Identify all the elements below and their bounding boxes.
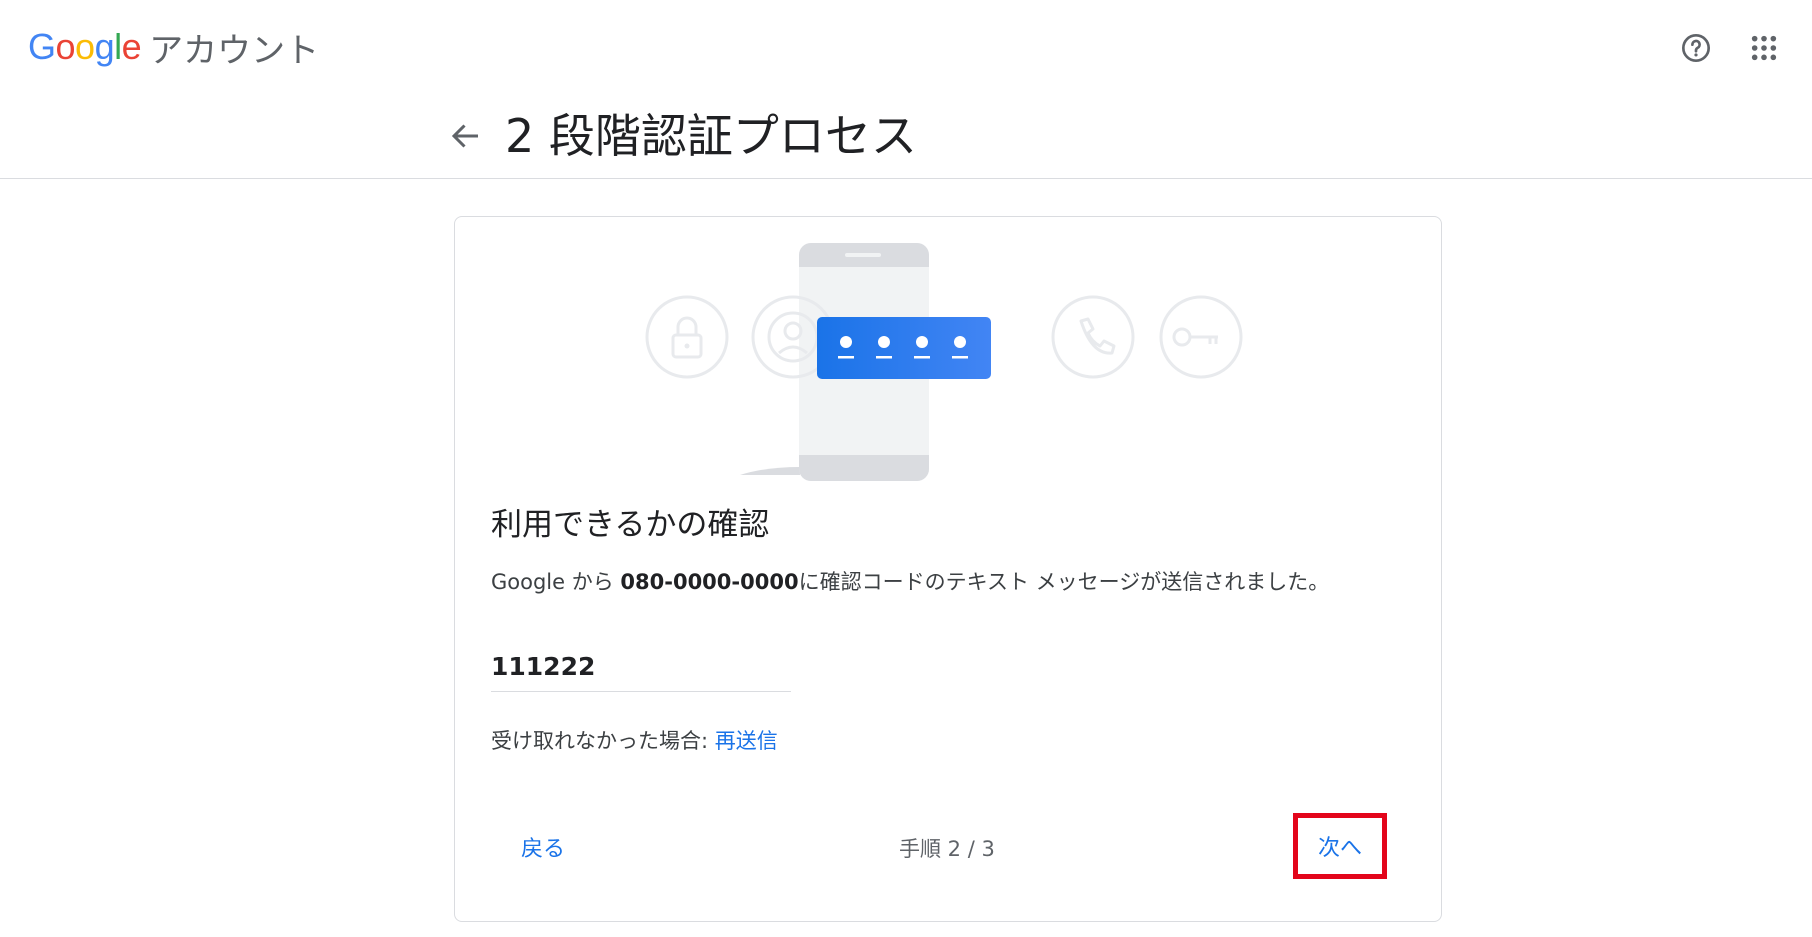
step-indicator: 手順 2 / 3 [899,837,995,861]
help-button[interactable] [1678,30,1714,66]
back-button[interactable]: 戻る [521,831,565,863]
page-title: 2 段階認証プロセス [505,109,917,163]
apps-button[interactable] [1746,30,1782,66]
logo-letter: G [28,26,56,67]
password-dots-icon [817,317,991,379]
phone-icon [1051,295,1135,379]
logo-letter: g [94,26,115,67]
resend-row: 受け取れなかった場合: 再送信 [491,725,778,757]
card-heading: 利用できるかの確認 [491,507,770,543]
arrow-left-icon[interactable] [448,118,484,154]
top-app-bar: Google アカウント [0,0,1812,96]
sms-description: Google から 080-0000-0000に確認コードのテキスト メッセージ… [491,565,1329,599]
logo-letter: l [114,26,122,67]
key-icon [1159,295,1243,379]
card-footer: 戻る 手順 2 / 3 次へ [455,813,1443,879]
google-account-logo[interactable]: Google アカウント [28,22,319,72]
apps-grid-icon [1751,35,1777,61]
next-button[interactable]: 次へ [1318,830,1362,862]
verification-code-input[interactable] [491,641,791,692]
two-step-illustration [645,243,1243,481]
description-prefix: Google から [491,570,621,594]
product-name: アカウント [149,30,320,71]
page-header: 2 段階認証プロセス [0,96,1812,179]
resend-link[interactable]: 再送信 [715,729,778,753]
next-button-highlight: 次へ [1293,813,1387,879]
header-actions [1678,30,1782,66]
logo-letter: o [55,26,76,67]
verification-card: 利用できるかの確認 Google から 080-0000-0000に確認コードの… [454,216,1442,922]
phone-number: 080-0000-0000 [620,570,799,594]
help-circle-icon [1682,34,1710,62]
lock-icon [645,295,729,379]
logo-letter: e [121,26,142,67]
description-suffix: に確認コードのテキスト メッセージが送信されました。 [798,570,1330,594]
resend-prefix: 受け取れなかった場合: [491,729,715,753]
google-logo: Google [28,26,142,68]
logo-letter: o [75,26,95,67]
